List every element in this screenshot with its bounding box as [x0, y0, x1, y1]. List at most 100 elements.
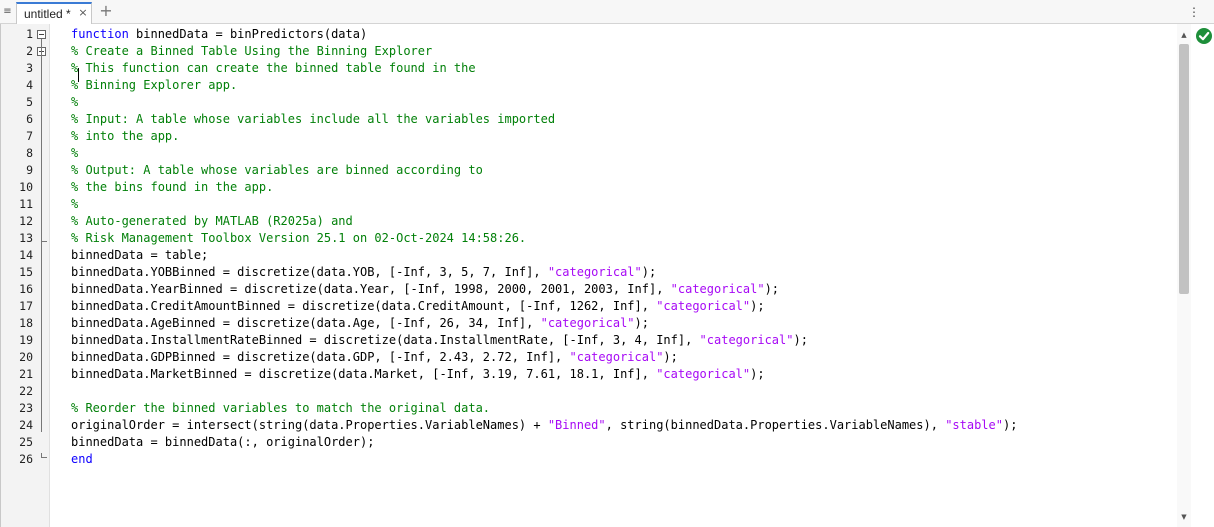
fold-collapse-icon[interactable] [37, 30, 46, 39]
code-line[interactable]: binnedData.YOBBinned = discretize(data.Y… [71, 264, 656, 281]
comment-token: % Input: A table whose variables include… [71, 112, 556, 126]
comment-token: % Create a Binned Table Using the Binnin… [71, 44, 433, 58]
comment-token: % the bins found in the app. [71, 180, 274, 194]
code-token: , string(binnedData.Properties.VariableN… [605, 418, 946, 432]
code-token: binnedData.GDPBinned = discretize(data.G… [71, 350, 570, 364]
code-line[interactable]: originalOrder = intersect(string(data.Pr… [71, 417, 1017, 434]
scroll-down-icon[interactable]: ▼ [1177, 512, 1191, 522]
keyword-token: end [71, 452, 93, 466]
comment-token: % [71, 95, 79, 109]
code-token: ); [750, 299, 765, 313]
code-line[interactable]: % into the app. [71, 128, 179, 145]
comment-token: % Auto-generated by MATLAB (R2025a) and [71, 214, 353, 228]
line-number: 13 [19, 231, 33, 245]
code-line[interactable]: binnedData.MarketBinned = discretize(dat… [71, 366, 765, 383]
code-line[interactable]: % Binning Explorer app. [71, 77, 237, 94]
line-number: 14 [19, 248, 33, 262]
line-number: 12 [19, 214, 33, 228]
line-number: 24 [19, 418, 33, 432]
line-number: 16 [19, 282, 33, 296]
code-token: binnedData.YearBinned = discretize(data.… [71, 282, 671, 296]
line-number: 18 [19, 316, 33, 330]
text-cursor [78, 68, 79, 82]
code-line[interactable]: binnedData.YearBinned = discretize(data.… [71, 281, 779, 298]
code-line[interactable]: % [71, 94, 78, 111]
fold-end-marker [41, 453, 47, 458]
code-line[interactable]: % [71, 145, 78, 162]
code-token: originalOrder = intersect(string(data.Pr… [71, 418, 548, 432]
code-token: binnedData = table; [71, 248, 209, 262]
code-token: ); [634, 316, 649, 330]
code-line[interactable]: % This function can create the binned ta… [71, 60, 476, 77]
more-options-icon[interactable]: ⋮ [1188, 5, 1200, 19]
line-number: 3 [26, 61, 33, 75]
line-number: 17 [19, 299, 33, 313]
line-number: 20 [19, 350, 33, 364]
code-line[interactable]: % the bins found in the app. [71, 179, 273, 196]
code-line[interactable]: % Output: A table whose variables are bi… [71, 162, 483, 179]
status-ok-icon [1196, 28, 1212, 44]
line-number: 22 [19, 384, 33, 398]
code-token: binnedData.MarketBinned = discretize(dat… [71, 367, 657, 381]
string-token: "stable" [945, 418, 1003, 432]
line-number-gutter: 1 2 3 4 5 6 7 8 9 10 11 12 13 14 15 16 17 18 19 20 21 22 23 24 2… [1, 24, 50, 527]
line-number: 15 [19, 265, 33, 279]
line-number: 6 [26, 112, 33, 126]
string-token: "Binned" [547, 418, 606, 432]
code-token: ); [764, 282, 780, 296]
code-line[interactable]: binnedData.GDPBinned = discretize(data.G… [71, 349, 678, 366]
code-line[interactable]: % [71, 196, 78, 213]
code-token: ); [750, 367, 765, 381]
line-number: 1 [26, 27, 33, 41]
code-line[interactable]: % Auto-generated by MATLAB (R2025a) and [71, 213, 353, 230]
code-token: ); [641, 265, 657, 279]
code-token: binnedData.AgeBinned = discretize(data.A… [71, 316, 541, 330]
tab-untitled[interactable]: untitled * × [16, 2, 92, 24]
comment-token: % into the app. [71, 129, 180, 143]
scroll-thumb[interactable] [1179, 44, 1189, 294]
line-number: 2 [26, 44, 33, 58]
line-number: 26 [19, 452, 33, 466]
comment-token: % Output: A table whose variables are bi… [71, 163, 483, 177]
tab-bar: ≡ untitled * × + ⋮ [0, 0, 1214, 24]
comment-token: % Reorder the binned variables to match … [71, 401, 491, 415]
add-tab-icon[interactable]: + [99, 2, 113, 20]
code-line[interactable]: % Risk Management Toolbox Version 25.1 o… [71, 230, 526, 247]
line-number: 9 [26, 163, 33, 177]
line-number: 10 [19, 180, 33, 194]
code-token: ); [793, 333, 808, 347]
comment-token: % Binning Explorer app. [71, 78, 238, 92]
code-token: ); [1002, 418, 1018, 432]
close-tab-icon[interactable]: × [77, 6, 89, 20]
code-line[interactable]: % Reorder the binned variables to match … [71, 400, 490, 417]
document-menu-icon[interactable]: ≡ [3, 6, 12, 17]
line-number: 7 [26, 129, 33, 143]
code-line[interactable]: binnedData.CreditAmountBinned = discreti… [71, 298, 765, 315]
code-line[interactable]: binnedData = binnedData(:, originalOrder… [71, 434, 374, 451]
fold-guide-line [41, 39, 42, 432]
code-line[interactable]: function binnedData = binPredictors(data… [71, 26, 367, 43]
line-number: 11 [19, 197, 33, 211]
string-token: "categorical" [569, 350, 664, 364]
code-line[interactable]: % Create a Binned Table Using the Binnin… [71, 43, 432, 60]
keyword-token: function [71, 27, 129, 41]
line-number: 25 [19, 435, 33, 449]
tab-label: untitled * [24, 7, 75, 21]
code-line[interactable]: end [71, 451, 93, 468]
code-line[interactable]: binnedData.InstallmentRateBinned = discr… [71, 332, 808, 349]
comment-token: % [71, 197, 79, 211]
code-token: binnedData.CreditAmountBinned = discreti… [71, 299, 657, 313]
line-number: 21 [19, 367, 33, 381]
code-token: binnedData.YOBBinned = discretize(data.Y… [71, 265, 548, 279]
scroll-up-icon[interactable]: ▲ [1177, 30, 1191, 40]
string-token: "categorical" [670, 282, 765, 296]
line-number: 5 [26, 95, 33, 109]
string-token: "categorical" [656, 299, 751, 313]
code-line[interactable]: binnedData = table; [71, 247, 208, 264]
code-line[interactable]: binnedData.AgeBinned = discretize(data.A… [71, 315, 649, 332]
line-number: 4 [26, 78, 33, 92]
code-editor[interactable]: 1 2 3 4 5 6 7 8 9 10 11 12 13 14 15 16 17 18 19 20 21 22 23 24 2… [0, 24, 1214, 527]
code-token: binnedData = binnedData(:, originalOrder… [71, 435, 375, 449]
comment-token: % Risk Management Toolbox Version 25.1 o… [71, 231, 527, 245]
code-line[interactable]: % Input: A table whose variables include… [71, 111, 555, 128]
